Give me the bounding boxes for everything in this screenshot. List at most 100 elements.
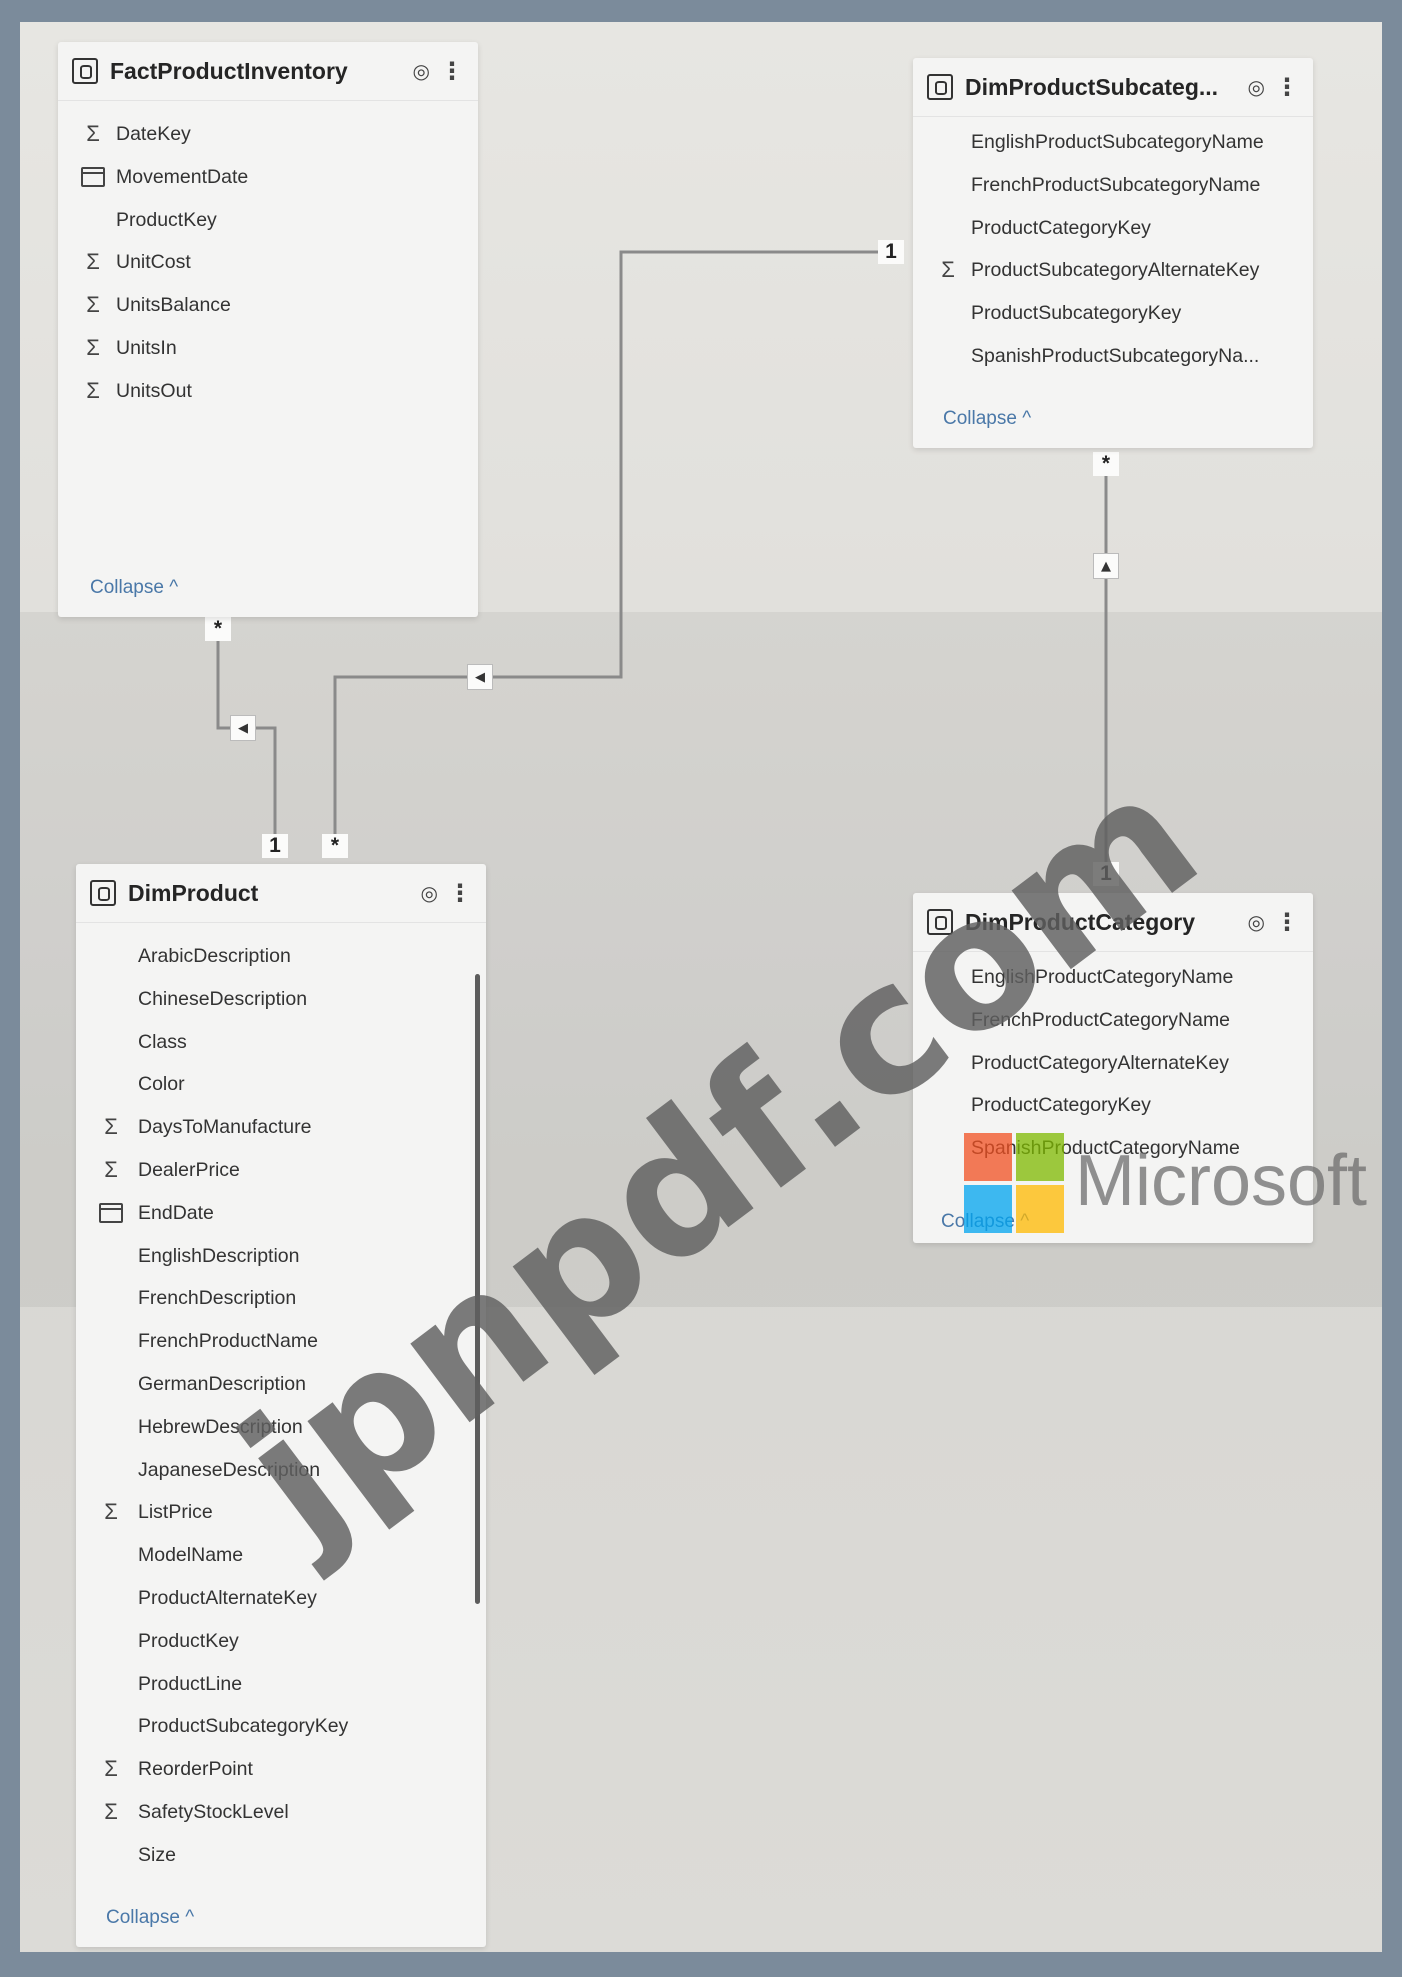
- field-row[interactable]: Σ ProductSubcategoryAlternateKey: [913, 249, 1313, 292]
- table-title: FactProductInventory: [110, 57, 348, 84]
- more-options-icon[interactable]: ⋮: [448, 879, 472, 907]
- scrollbar-thumb[interactable]: [475, 974, 480, 1604]
- field-label: DealerPrice: [138, 1158, 240, 1181]
- field-row[interactable]: Size: [76, 1834, 486, 1877]
- field-row[interactable]: ProductAlternateKey: [76, 1577, 486, 1620]
- field-label: SafetyStockLevel: [138, 1800, 289, 1823]
- field-row[interactable]: FrenchProductCategoryName: [913, 999, 1313, 1042]
- field-label: FrenchProductCategoryName: [971, 1008, 1231, 1031]
- field-label: EndDate: [138, 1201, 214, 1224]
- sigma-icon: Σ: [104, 1499, 118, 1525]
- field-row[interactable]: Σ ReorderPoint: [76, 1748, 486, 1791]
- table-card-dimproductsubcategory[interactable]: DimProductSubcateg... ◎ ⋮ EnglishProduct…: [913, 58, 1313, 448]
- field-row[interactable]: EnglishDescription: [76, 1235, 486, 1278]
- sigma-icon: Σ: [104, 1756, 118, 1782]
- filter-direction-left-icon[interactable]: ◀: [230, 715, 256, 741]
- eye-icon[interactable]: ◎: [413, 59, 430, 83]
- field-row[interactable]: Σ UnitCost: [58, 241, 478, 284]
- field-row[interactable]: MovementDate: [58, 156, 478, 199]
- sigma-icon: Σ: [104, 1798, 118, 1824]
- field-row[interactable]: ModelName: [76, 1534, 486, 1577]
- field-label: Class: [138, 1030, 187, 1053]
- field-label: ProductCategoryKey: [971, 216, 1151, 239]
- field-row[interactable]: Σ DaysToManufacture: [76, 1106, 486, 1149]
- cardinality-one-marker: 1: [1093, 862, 1119, 886]
- eye-icon[interactable]: ◎: [421, 881, 438, 905]
- field-label: FrenchDescription: [138, 1287, 297, 1310]
- table-card-dimproduct[interactable]: DimProduct ◎ ⋮ ArabicDescription ChineseD…: [76, 864, 486, 1947]
- field-row[interactable]: ProductCategoryAlternateKey: [913, 1042, 1313, 1085]
- eye-icon[interactable]: ◎: [1248, 75, 1265, 99]
- field-row[interactable]: ArabicDescription: [76, 935, 486, 978]
- table-card-header[interactable]: FactProductInventory ◎ ⋮: [58, 42, 478, 101]
- field-row[interactable]: ChineseDescription: [76, 978, 486, 1021]
- field-row[interactable]: Σ DateKey: [58, 113, 478, 156]
- filter-direction-left-icon[interactable]: ◀: [467, 664, 493, 690]
- table-icon: [927, 74, 953, 100]
- ms-logo-blue-square: [964, 1185, 1012, 1233]
- table-title: DimProduct: [128, 879, 259, 906]
- field-list: EnglishProductSubcategoryName FrenchProdu…: [913, 117, 1313, 378]
- sigma-icon: Σ: [104, 1114, 118, 1140]
- table-title: DimProductCategory: [965, 908, 1196, 935]
- field-row[interactable]: EnglishProductSubcategoryName: [913, 121, 1313, 164]
- field-row[interactable]: EnglishProductCategoryName: [913, 956, 1313, 999]
- field-row[interactable]: FrenchProductSubcategoryName: [913, 164, 1313, 207]
- sigma-icon: Σ: [941, 257, 955, 283]
- collapse-button[interactable]: Collapse ^: [106, 1907, 194, 1929]
- field-row[interactable]: Class: [76, 1021, 486, 1064]
- table-card-factproductinventory[interactable]: FactProductInventory ◎ ⋮ Σ DateKey Movemen…: [58, 42, 478, 617]
- field-label: ReorderPoint: [138, 1758, 253, 1781]
- field-row[interactable]: ProductSubcategoryKey: [76, 1705, 486, 1748]
- sigma-icon: Σ: [86, 292, 100, 318]
- field-label: GermanDescription: [138, 1372, 306, 1395]
- field-row[interactable]: EndDate: [76, 1192, 486, 1235]
- field-label: ProductCategoryKey: [971, 1094, 1151, 1117]
- field-label: DaysToManufacture: [138, 1116, 312, 1139]
- eye-icon[interactable]: ◎: [1248, 910, 1265, 934]
- field-row[interactable]: ProductKey: [58, 199, 478, 242]
- sigma-icon: Σ: [86, 121, 100, 146]
- sigma-icon: Σ: [86, 334, 100, 360]
- field-label: UnitsBalance: [116, 294, 231, 317]
- table-card-header[interactable]: DimProductSubcateg... ◎ ⋮: [913, 58, 1313, 117]
- field-list: ArabicDescription ChineseDescription Class…: [76, 923, 486, 1877]
- field-row[interactable]: SpanishProductSubcategoryNa...: [913, 335, 1313, 378]
- more-options-icon[interactable]: ⋮: [1275, 908, 1299, 936]
- collapse-button[interactable]: Collapse ^: [943, 408, 1031, 430]
- field-row[interactable]: ProductCategoryKey: [913, 1084, 1313, 1127]
- table-card-header[interactable]: DimProduct ◎ ⋮: [76, 864, 486, 923]
- field-label: FrenchProductSubcategoryName: [971, 173, 1261, 196]
- field-label: DateKey: [116, 123, 191, 145]
- field-row[interactable]: Σ UnitsBalance: [58, 284, 478, 327]
- ms-logo-yellow-square: [1016, 1185, 1064, 1233]
- field-row[interactable]: Σ SafetyStockLevel: [76, 1791, 486, 1834]
- field-row[interactable]: Σ UnitsOut: [58, 370, 478, 413]
- filter-direction-up-icon[interactable]: ▲: [1093, 553, 1119, 579]
- model-diagram-canvas: * 1 * 1 * 1 ◀ ◀ ▲ FactProductInventory ◎…: [20, 22, 1382, 1952]
- field-row[interactable]: ProductCategoryKey: [913, 207, 1313, 250]
- microsoft-logo-icon: [964, 1133, 1064, 1233]
- field-row[interactable]: HebrewDescription: [76, 1406, 486, 1449]
- field-row[interactable]: Σ ListPrice: [76, 1491, 486, 1534]
- field-row[interactable]: FrenchProductName: [76, 1320, 486, 1363]
- field-row[interactable]: JapaneseDescription: [76, 1449, 486, 1492]
- more-options-icon[interactable]: ⋮: [1275, 73, 1299, 101]
- field-row[interactable]: Σ DealerPrice: [76, 1149, 486, 1192]
- field-row[interactable]: Σ UnitsIn: [58, 327, 478, 370]
- cardinality-many-marker: *: [205, 617, 231, 641]
- field-row[interactable]: GermanDescription: [76, 1363, 486, 1406]
- cardinality-many-marker: *: [322, 834, 348, 858]
- field-row[interactable]: ProductLine: [76, 1663, 486, 1706]
- table-card-header[interactable]: DimProductCategory ◎ ⋮: [913, 893, 1313, 952]
- field-label: EnglishProductCategoryName: [971, 966, 1234, 988]
- more-options-icon[interactable]: ⋮: [440, 57, 464, 85]
- field-row[interactable]: ProductKey: [76, 1620, 486, 1663]
- field-row[interactable]: FrenchDescription: [76, 1277, 486, 1320]
- field-label: ProductSubcategoryAlternateKey: [971, 259, 1260, 282]
- field-row[interactable]: Color: [76, 1063, 486, 1106]
- field-label: Size: [138, 1843, 176, 1866]
- field-row[interactable]: ProductSubcategoryKey: [913, 292, 1313, 335]
- collapse-button[interactable]: Collapse ^: [90, 577, 178, 599]
- ms-logo-red-square: [964, 1133, 1012, 1181]
